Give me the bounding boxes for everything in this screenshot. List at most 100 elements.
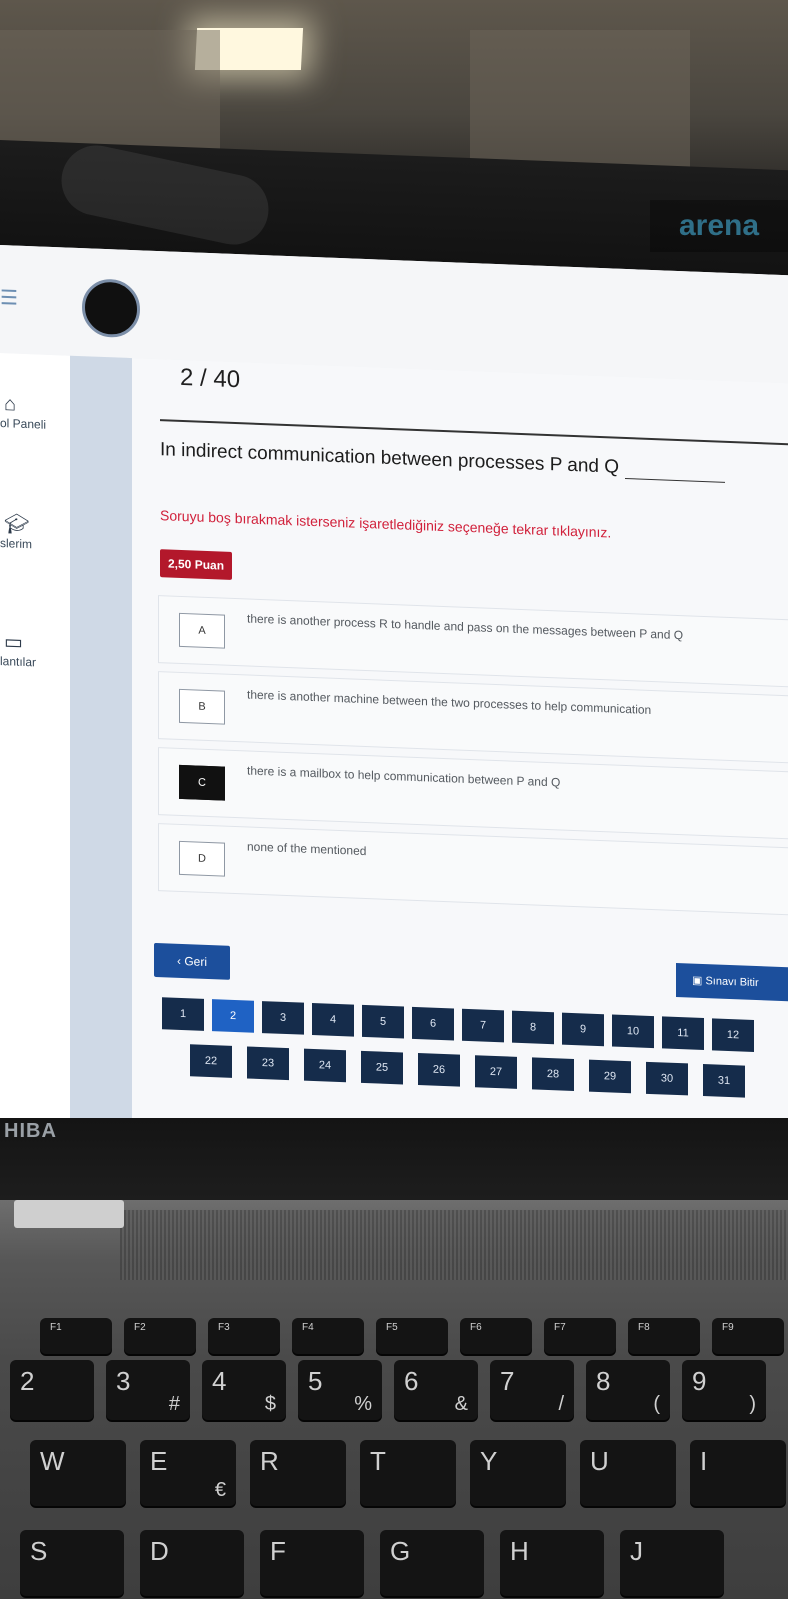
status-light	[14, 1200, 124, 1228]
function-key: F7	[544, 1318, 616, 1354]
sidebar-item-courses[interactable]: 🎓︎ slerim	[0, 511, 70, 553]
points-badge: 2,50 Puan	[160, 549, 233, 580]
option-text: there is a mailbox to help communication…	[247, 763, 561, 790]
key-label: 8	[596, 1366, 611, 1396]
key-label: F9	[722, 1322, 734, 1333]
number-key: 7/	[490, 1360, 574, 1420]
page-button-25[interactable]: 25	[361, 1050, 403, 1085]
page-button-11[interactable]: 11	[662, 1016, 704, 1051]
option-a[interactable]: A there is another process R to handle a…	[158, 595, 788, 688]
page-button-3[interactable]: 3	[262, 1001, 304, 1035]
letter-key: F	[260, 1530, 364, 1596]
page-button-12[interactable]: 12	[712, 1018, 754, 1052]
key-sublabel: )	[749, 1393, 756, 1415]
letter-key: U	[580, 1440, 676, 1506]
page-button-27[interactable]: 27	[475, 1055, 517, 1089]
option-d[interactable]: D none of the mentioned	[158, 823, 788, 916]
sidebar-divider	[70, 355, 132, 1139]
letter-key: G	[380, 1530, 484, 1596]
page-button-24[interactable]: 24	[304, 1048, 346, 1083]
number-key: 8(	[586, 1360, 670, 1420]
key-label: F5	[386, 1322, 398, 1333]
letter-key: Y	[470, 1440, 566, 1506]
page-button-1[interactable]: 1	[162, 997, 204, 1031]
page-button-7[interactable]: 7	[462, 1008, 504, 1043]
key-label: Y	[480, 1446, 498, 1476]
key-label: 7	[500, 1366, 515, 1396]
page-button-22[interactable]: 22	[190, 1044, 232, 1078]
finish-label: Sınavı Bitir	[705, 975, 759, 990]
window-pane	[470, 30, 690, 180]
home-icon: ⌂	[4, 393, 17, 416]
option-letter[interactable]: A	[179, 612, 225, 649]
page-button-26[interactable]: 26	[418, 1053, 460, 1087]
function-key: F2	[124, 1318, 196, 1354]
key-label: I	[700, 1446, 708, 1476]
number-key: 2	[10, 1360, 94, 1420]
key-label: F7	[554, 1322, 566, 1333]
key-label: 5	[308, 1366, 323, 1396]
sidebar-item-meetings[interactable]: ▭ lantılar	[0, 629, 70, 671]
page-button-2[interactable]: 2	[212, 999, 254, 1033]
key-sublabel: $	[264, 1393, 276, 1415]
question-text: In indirect communication between proces…	[160, 439, 788, 485]
page-button-10[interactable]: 10	[612, 1014, 654, 1049]
exam-panel: 2 / 40 In indirect communication between…	[132, 358, 788, 1164]
page-button-8[interactable]: 8	[512, 1010, 554, 1045]
key-sublabel: &	[454, 1393, 468, 1415]
back-button[interactable]: ‹ Geri	[154, 942, 230, 980]
finish-exam-button[interactable]: ▣ Sınavı Bitir	[676, 962, 788, 1002]
speaker-grille	[120, 1210, 788, 1280]
letter-key: S	[20, 1530, 124, 1596]
question-pager: 1 2 3 4 5 6 7 8 9 10 11 12 22 23 24 25 26 27 28 29 30 31	[162, 997, 788, 1121]
key-label: F2	[134, 1322, 146, 1333]
key-label: 3	[116, 1366, 131, 1396]
letter-key: E €	[140, 1440, 236, 1506]
key-label: F3	[218, 1322, 230, 1333]
key-label: F	[270, 1536, 286, 1566]
sidebar-item-dashboard[interactable]: ⌂ ol Paneli	[0, 393, 70, 433]
option-letter-selected[interactable]: C	[179, 764, 225, 801]
key-label: D	[150, 1536, 169, 1566]
option-letter[interactable]: B	[179, 688, 225, 725]
key-label: F6	[470, 1322, 482, 1333]
page-button-6[interactable]: 6	[412, 1006, 454, 1041]
letter-key: W	[30, 1440, 126, 1506]
key-label: F8	[638, 1322, 650, 1333]
key-label: T	[370, 1446, 386, 1476]
letter-key: T	[360, 1440, 456, 1506]
page-button-31[interactable]: 31	[703, 1064, 745, 1098]
key-label: U	[590, 1446, 609, 1476]
letter-key: H	[500, 1530, 604, 1596]
page-button-23[interactable]: 23	[247, 1046, 289, 1081]
logo[interactable]	[82, 278, 140, 339]
back-label: Geri	[184, 954, 207, 969]
key-label: 6	[404, 1366, 419, 1396]
option-c[interactable]: C there is a mailbox to help communicati…	[158, 747, 788, 840]
page-button-30[interactable]: 30	[646, 1061, 688, 1096]
number-key: 4 $	[202, 1360, 286, 1420]
page-button-9[interactable]: 9	[562, 1012, 604, 1047]
document-icon: ▣	[692, 974, 706, 988]
sidebar-item-label: ol Paneli	[0, 416, 47, 432]
laptop-brand-label: HIBA	[4, 1120, 57, 1142]
function-key: F4	[292, 1318, 364, 1354]
divider	[160, 419, 788, 446]
letter-key: R	[250, 1440, 346, 1506]
option-letter[interactable]: D	[179, 840, 225, 877]
menu-icon[interactable]: ☰	[0, 287, 22, 310]
page-button-5[interactable]: 5	[362, 1004, 404, 1039]
page-button-4[interactable]: 4	[312, 1002, 354, 1037]
page-button-29[interactable]: 29	[589, 1059, 631, 1094]
question-blank	[625, 460, 726, 483]
key-sublabel: #	[168, 1393, 180, 1415]
laptop-hinge	[0, 1118, 788, 1208]
letter-key: J	[620, 1530, 724, 1596]
option-b[interactable]: B there is another machine between the t…	[158, 671, 788, 764]
presentation-icon: ▭	[4, 631, 23, 654]
sidebar-item-label: slerim	[0, 536, 32, 552]
page-button-28[interactable]: 28	[532, 1057, 574, 1092]
function-key: F8	[628, 1318, 700, 1354]
graduation-cap-icon: 🎓︎	[4, 513, 30, 537]
key-sublabel: €	[214, 1479, 226, 1501]
